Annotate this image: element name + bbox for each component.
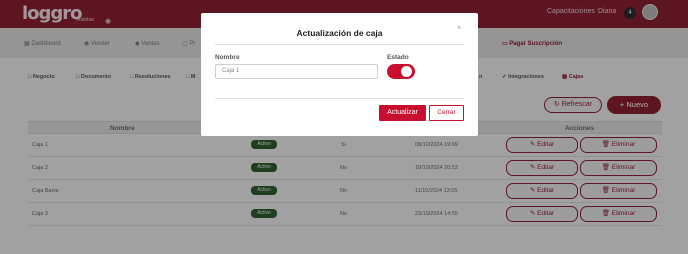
modal-divider-top bbox=[215, 44, 464, 45]
modal-divider-bottom bbox=[215, 98, 464, 99]
state-toggle[interactable] bbox=[387, 64, 415, 79]
update-button[interactable]: Actualizar bbox=[379, 105, 426, 121]
name-input[interactable]: Caja 1 bbox=[215, 64, 378, 79]
update-caja-modal: Actualización de caja × Nombre Caja 1 Es… bbox=[201, 13, 478, 136]
state-label: Estado bbox=[387, 54, 409, 61]
name-label: Nombre bbox=[215, 54, 240, 61]
close-icon[interactable]: × bbox=[457, 25, 461, 32]
toggle-knob bbox=[401, 66, 412, 77]
cancel-button[interactable]: Cerrar bbox=[429, 105, 464, 121]
modal-title: Actualización de caja bbox=[296, 28, 383, 38]
